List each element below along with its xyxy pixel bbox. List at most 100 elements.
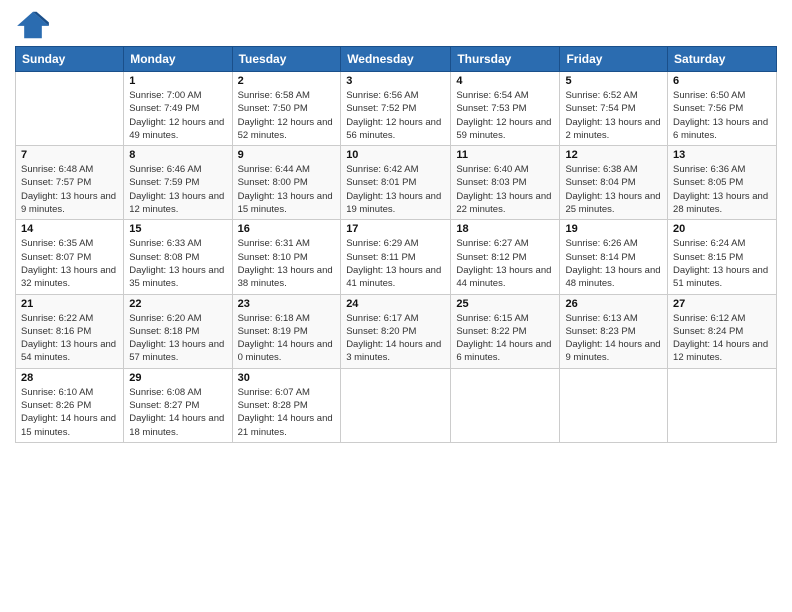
day-cell: 6 Sunrise: 6:50 AMSunset: 7:56 PMDaylight… <box>668 72 777 146</box>
week-row-3: 21 Sunrise: 6:22 AMSunset: 8:16 PMDayligh… <box>16 294 777 368</box>
day-number: 9 <box>238 149 336 161</box>
day-info: Sunrise: 6:10 AMSunset: 8:26 PMDaylight:… <box>21 386 118 439</box>
header-day-thursday: Thursday <box>451 47 560 72</box>
day-cell <box>341 368 451 442</box>
day-cell: 4 Sunrise: 6:54 AMSunset: 7:53 PMDaylight… <box>451 72 560 146</box>
day-info: Sunrise: 6:27 AMSunset: 8:12 PMDaylight:… <box>456 237 554 290</box>
day-info: Sunrise: 6:12 AMSunset: 8:24 PMDaylight:… <box>673 312 771 365</box>
day-info: Sunrise: 6:42 AMSunset: 8:01 PMDaylight:… <box>346 163 445 216</box>
day-info: Sunrise: 6:22 AMSunset: 8:16 PMDaylight:… <box>21 312 118 365</box>
day-info: Sunrise: 6:24 AMSunset: 8:15 PMDaylight:… <box>673 237 771 290</box>
logo-icon <box>15 10 51 40</box>
week-row-0: 1 Sunrise: 7:00 AMSunset: 7:49 PMDaylight… <box>16 72 777 146</box>
day-info: Sunrise: 6:50 AMSunset: 7:56 PMDaylight:… <box>673 89 771 142</box>
day-cell: 27 Sunrise: 6:12 AMSunset: 8:24 PMDayligh… <box>668 294 777 368</box>
page: SundayMondayTuesdayWednesdayThursdayFrid… <box>0 0 792 612</box>
day-cell: 8Sunrise: 6:46 AMSunset: 7:59 PMDaylight… <box>124 146 232 220</box>
day-number: 17 <box>346 223 445 235</box>
day-number: 2 <box>238 75 336 87</box>
day-number: 19 <box>565 223 662 235</box>
calendar: SundayMondayTuesdayWednesdayThursdayFrid… <box>15 46 777 443</box>
day-cell: 10 Sunrise: 6:42 AMSunset: 8:01 PMDayligh… <box>341 146 451 220</box>
calendar-body: 1 Sunrise: 7:00 AMSunset: 7:49 PMDaylight… <box>16 72 777 443</box>
day-cell <box>451 368 560 442</box>
day-number: 23 <box>238 298 336 310</box>
day-cell: 13Sunrise: 6:36 AMSunset: 8:05 PMDayligh… <box>668 146 777 220</box>
header-row: SundayMondayTuesdayWednesdayThursdayFrid… <box>16 47 777 72</box>
header-day-monday: Monday <box>124 47 232 72</box>
day-cell: 7 Sunrise: 6:48 AMSunset: 7:57 PMDaylight… <box>16 146 124 220</box>
day-cell <box>560 368 668 442</box>
day-cell: 18 Sunrise: 6:27 AMSunset: 8:12 PMDayligh… <box>451 220 560 294</box>
day-number: 26 <box>565 298 662 310</box>
day-number: 24 <box>346 298 445 310</box>
day-number: 14 <box>21 223 118 235</box>
day-info: Sunrise: 6:40 AMSunset: 8:03 PMDaylight:… <box>456 163 554 216</box>
header-day-friday: Friday <box>560 47 668 72</box>
header-day-wednesday: Wednesday <box>341 47 451 72</box>
day-cell: 9 Sunrise: 6:44 AMSunset: 8:00 PMDaylight… <box>232 146 341 220</box>
day-cell: 21 Sunrise: 6:22 AMSunset: 8:16 PMDayligh… <box>16 294 124 368</box>
day-cell: 1 Sunrise: 7:00 AMSunset: 7:49 PMDaylight… <box>124 72 232 146</box>
day-info: Sunrise: 6:20 AMSunset: 8:18 PMDaylight:… <box>129 312 226 365</box>
day-info: Sunrise: 7:00 AMSunset: 7:49 PMDaylight:… <box>129 89 226 142</box>
day-number: 4 <box>456 75 554 87</box>
day-info: Sunrise: 6:58 AMSunset: 7:50 PMDaylight:… <box>238 89 336 142</box>
day-info: Sunrise: 6:35 AMSunset: 8:07 PMDaylight:… <box>21 237 118 290</box>
week-row-1: 7 Sunrise: 6:48 AMSunset: 7:57 PMDaylight… <box>16 146 777 220</box>
day-cell: 17Sunrise: 6:29 AMSunset: 8:11 PMDayligh… <box>341 220 451 294</box>
day-cell: 19 Sunrise: 6:26 AMSunset: 8:14 PMDayligh… <box>560 220 668 294</box>
day-info: Sunrise: 6:48 AMSunset: 7:57 PMDaylight:… <box>21 163 118 216</box>
header-day-saturday: Saturday <box>668 47 777 72</box>
logo <box>15 10 55 40</box>
header <box>15 10 777 40</box>
header-day-tuesday: Tuesday <box>232 47 341 72</box>
day-info: Sunrise: 6:44 AMSunset: 8:00 PMDaylight:… <box>238 163 336 216</box>
day-number: 12 <box>565 149 662 161</box>
day-info: Sunrise: 6:13 AMSunset: 8:23 PMDaylight:… <box>565 312 662 365</box>
day-number: 15 <box>129 223 226 235</box>
day-number: 1 <box>129 75 226 87</box>
day-number: 10 <box>346 149 445 161</box>
day-cell: 5Sunrise: 6:52 AMSunset: 7:54 PMDaylight… <box>560 72 668 146</box>
day-info: Sunrise: 6:36 AMSunset: 8:05 PMDaylight:… <box>673 163 771 216</box>
day-cell: 2 Sunrise: 6:58 AMSunset: 7:50 PMDaylight… <box>232 72 341 146</box>
day-number: 27 <box>673 298 771 310</box>
day-cell: 16 Sunrise: 6:31 AMSunset: 8:10 PMDayligh… <box>232 220 341 294</box>
day-cell: 24 Sunrise: 6:17 AMSunset: 8:20 PMDayligh… <box>341 294 451 368</box>
calendar-header: SundayMondayTuesdayWednesdayThursdayFrid… <box>16 47 777 72</box>
week-row-2: 14 Sunrise: 6:35 AMSunset: 8:07 PMDayligh… <box>16 220 777 294</box>
day-number: 7 <box>21 149 118 161</box>
day-number: 20 <box>673 223 771 235</box>
day-cell: 14 Sunrise: 6:35 AMSunset: 8:07 PMDayligh… <box>16 220 124 294</box>
day-number: 6 <box>673 75 771 87</box>
day-info: Sunrise: 6:54 AMSunset: 7:53 PMDaylight:… <box>456 89 554 142</box>
day-number: 22 <box>129 298 226 310</box>
day-cell: 26 Sunrise: 6:13 AMSunset: 8:23 PMDayligh… <box>560 294 668 368</box>
day-number: 25 <box>456 298 554 310</box>
day-info: Sunrise: 6:08 AMSunset: 8:27 PMDaylight:… <box>129 386 226 439</box>
day-info: Sunrise: 6:26 AMSunset: 8:14 PMDaylight:… <box>565 237 662 290</box>
day-number: 11 <box>456 149 554 161</box>
day-cell: 23Sunrise: 6:18 AMSunset: 8:19 PMDayligh… <box>232 294 341 368</box>
day-cell: 3 Sunrise: 6:56 AMSunset: 7:52 PMDaylight… <box>341 72 451 146</box>
day-number: 18 <box>456 223 554 235</box>
day-cell: 20 Sunrise: 6:24 AMSunset: 8:15 PMDayligh… <box>668 220 777 294</box>
day-cell <box>16 72 124 146</box>
day-info: Sunrise: 6:31 AMSunset: 8:10 PMDaylight:… <box>238 237 336 290</box>
day-info: Sunrise: 6:17 AMSunset: 8:20 PMDaylight:… <box>346 312 445 365</box>
week-row-4: 28 Sunrise: 6:10 AMSunset: 8:26 PMDayligh… <box>16 368 777 442</box>
day-cell <box>668 368 777 442</box>
day-info: Sunrise: 6:56 AMSunset: 7:52 PMDaylight:… <box>346 89 445 142</box>
day-number: 28 <box>21 372 118 384</box>
day-info: Sunrise: 6:38 AMSunset: 8:04 PMDaylight:… <box>565 163 662 216</box>
day-cell: 15Sunrise: 6:33 AMSunset: 8:08 PMDayligh… <box>124 220 232 294</box>
day-cell: 29Sunrise: 6:08 AMSunset: 8:27 PMDayligh… <box>124 368 232 442</box>
day-info: Sunrise: 6:07 AMSunset: 8:28 PMDaylight:… <box>238 386 336 439</box>
day-info: Sunrise: 6:52 AMSunset: 7:54 PMDaylight:… <box>565 89 662 142</box>
day-cell: 22 Sunrise: 6:20 AMSunset: 8:18 PMDayligh… <box>124 294 232 368</box>
day-number: 16 <box>238 223 336 235</box>
day-info: Sunrise: 6:15 AMSunset: 8:22 PMDaylight:… <box>456 312 554 365</box>
day-number: 3 <box>346 75 445 87</box>
day-number: 21 <box>21 298 118 310</box>
